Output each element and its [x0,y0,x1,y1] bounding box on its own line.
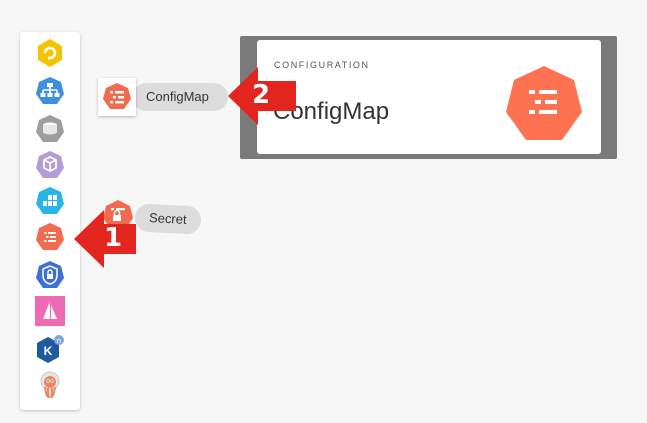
configmap-icon [503,64,585,146]
configmap-icon [98,78,136,116]
kubernetes-deployment-icon[interactable] [35,76,65,106]
callout-2: 2 [228,67,298,125]
svg-text:K: K [44,344,53,358]
configmap-drag-label: ConfigMap [132,83,228,111]
camel-k-icon[interactable] [35,38,65,68]
configuration-card[interactable]: CONFIGURATION ConfigMap [257,40,601,154]
secret-icon[interactable] [35,260,65,290]
kamelet-icon[interactable]: K n [35,334,65,364]
database-icon[interactable] [35,114,65,144]
callout-1: 1 [74,210,138,268]
svg-text:n: n [57,337,61,345]
argo-octopus-icon[interactable] [35,370,65,400]
callout-number: 1 [104,223,123,253]
sailboat-icon[interactable] [35,296,65,326]
secret-drag-label: Secret [134,203,202,235]
callout-number: 2 [252,80,271,110]
knative-broker-icon[interactable] [35,186,65,216]
knative-service-icon[interactable] [35,150,65,180]
configmap-icon[interactable] [35,222,65,252]
component-palette: K n [20,32,80,410]
